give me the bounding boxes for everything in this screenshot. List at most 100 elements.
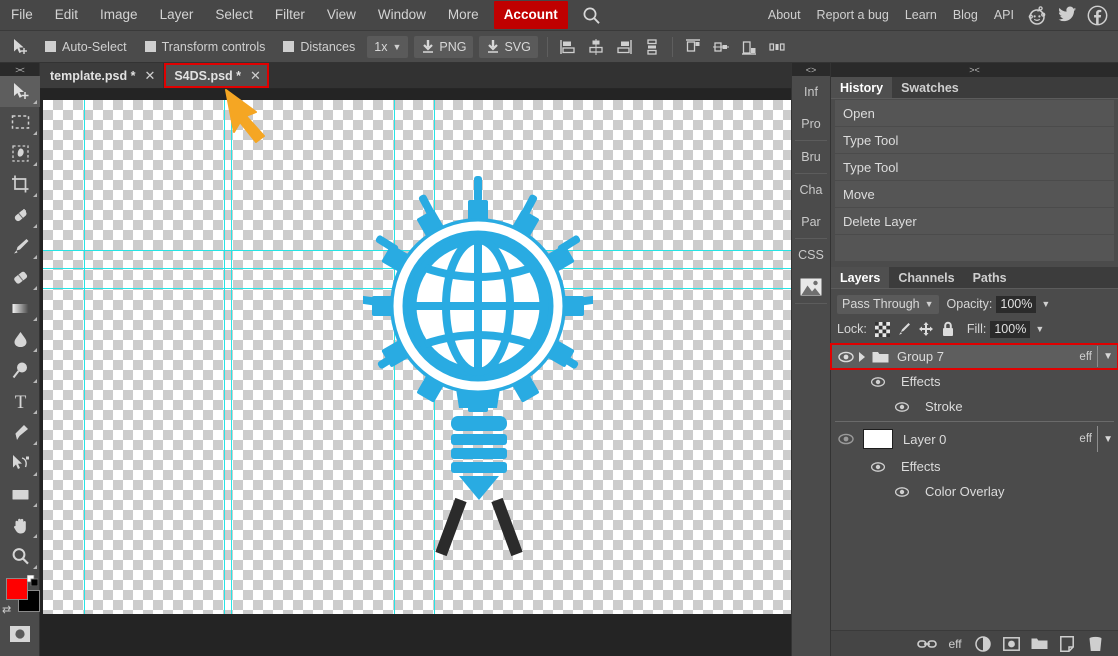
distances-checkbox-box[interactable] <box>283 41 295 52</box>
expand-group-icon[interactable] <box>855 351 869 362</box>
layer-mask-icon[interactable] <box>998 634 1024 654</box>
lock-pixels-icon[interactable] <box>895 320 914 339</box>
layer-row-effects[interactable]: Effects <box>831 454 1118 479</box>
chevron-down-icon[interactable]: ▼ <box>1103 434 1113 445</box>
lock-position-icon[interactable] <box>917 320 936 339</box>
auto-select-checkbox-box[interactable] <box>45 41 56 52</box>
history-item[interactable]: Delete Layer <box>835 208 1114 234</box>
guide-vertical[interactable] <box>224 100 225 614</box>
tab-channels[interactable]: Channels <box>889 267 963 288</box>
document-tab-s4ds[interactable]: S4DS.psd * ✕ <box>164 63 269 88</box>
distribute-horizontal-icon[interactable] <box>640 35 664 59</box>
visibility-toggle-icon[interactable] <box>837 433 855 445</box>
link-about[interactable]: About <box>760 2 809 28</box>
close-icon[interactable]: ✕ <box>250 68 261 84</box>
export-svg-button[interactable]: SVG <box>479 35 538 58</box>
lock-transparency-icon[interactable] <box>873 320 892 339</box>
twitter-icon[interactable] <box>1056 4 1078 26</box>
tab-history[interactable]: History <box>831 77 893 98</box>
layer-effects-icon[interactable]: eff <box>942 634 968 654</box>
distances-checkbox[interactable]: Distances <box>274 40 364 54</box>
visibility-toggle-icon[interactable] <box>837 351 855 363</box>
transform-controls-checkbox[interactable]: Transform controls <box>136 40 275 54</box>
layer-row-color-overlay[interactable]: Color Overlay <box>831 479 1118 504</box>
new-group-icon[interactable] <box>1026 634 1052 654</box>
layer-effects-tag[interactable]: eff <box>1079 433 1092 445</box>
guide-vertical[interactable] <box>231 100 232 614</box>
layer-row-group-7[interactable]: Group 7 eff ▼ <box>830 343 1118 370</box>
history-item[interactable]: Move <box>835 181 1114 207</box>
history-list[interactable]: Open Type Tool Type Tool Move Delete Lay… <box>831 99 1118 261</box>
align-right-icon[interactable] <box>612 35 636 59</box>
menu-item-more[interactable]: More <box>437 1 490 29</box>
swap-colors-icon[interactable]: ⇄ <box>2 603 11 616</box>
move-tool[interactable] <box>0 76 40 107</box>
align-middle-vertical-icon[interactable] <box>709 35 733 59</box>
link-layers-icon[interactable] <box>914 634 940 654</box>
visibility-toggle-icon[interactable] <box>869 376 887 388</box>
history-item[interactable]: Open <box>835 100 1114 126</box>
side-tab-paragraph[interactable]: Par <box>792 206 830 238</box>
link-learn[interactable]: Learn <box>897 2 945 28</box>
guide-vertical[interactable] <box>84 100 85 614</box>
type-tool[interactable]: T <box>0 386 40 417</box>
menu-item-view[interactable]: View <box>316 1 367 29</box>
link-api[interactable]: API <box>986 2 1022 28</box>
new-layer-icon[interactable] <box>1054 634 1080 654</box>
blur-tool[interactable] <box>0 324 40 355</box>
menu-item-select[interactable]: Select <box>204 1 264 29</box>
hand-tool[interactable] <box>0 510 40 541</box>
adjustment-layer-icon[interactable] <box>970 634 996 654</box>
auto-select-checkbox[interactable]: Auto-Select <box>36 40 136 54</box>
chevron-down-icon[interactable]: ▼ <box>1103 351 1113 362</box>
side-tab-properties[interactable]: Pro <box>792 108 830 140</box>
zoom-tool[interactable] <box>0 541 40 572</box>
align-bottom-icon[interactable] <box>737 35 761 59</box>
facebook-icon[interactable] <box>1086 4 1108 26</box>
default-colors-icon[interactable] <box>26 574 39 587</box>
menu-item-window[interactable]: Window <box>367 1 437 29</box>
fill-input[interactable]: 100% <box>990 320 1031 338</box>
search-icon[interactable] <box>572 6 609 25</box>
side-tab-brushes[interactable]: Bru <box>792 141 830 173</box>
pen-tool[interactable] <box>0 417 40 448</box>
align-left-icon[interactable] <box>556 35 580 59</box>
document-canvas[interactable] <box>43 100 791 614</box>
gradient-tool[interactable] <box>0 293 40 324</box>
link-report-a-bug[interactable]: Report a bug <box>809 2 897 28</box>
brush-tool[interactable] <box>0 231 40 262</box>
align-top-icon[interactable] <box>681 35 705 59</box>
visibility-toggle-icon[interactable] <box>869 461 887 473</box>
link-blog[interactable]: Blog <box>945 2 986 28</box>
delete-layer-icon[interactable] <box>1082 634 1108 654</box>
fill-slider-toggle[interactable]: ▼ <box>1035 324 1044 334</box>
history-item[interactable]: Type Tool <box>835 127 1114 153</box>
lightbulb-gear-globe-logo[interactable] <box>357 170 599 560</box>
side-tab-character[interactable]: Cha <box>792 174 830 206</box>
layers-list[interactable]: Group 7 eff ▼ Effects Stroke Layer 0 eff… <box>830 343 1118 634</box>
screenshot-icon[interactable] <box>0 618 40 649</box>
shape-tool[interactable] <box>0 479 40 510</box>
menu-item-filter[interactable]: Filter <box>264 1 316 29</box>
opacity-slider-toggle[interactable]: ▼ <box>1041 299 1050 309</box>
side-tab-info[interactable]: Inf <box>792 76 830 108</box>
tab-swatches[interactable]: Swatches <box>892 77 968 98</box>
opacity-input[interactable]: 100% <box>996 295 1037 313</box>
visibility-toggle-icon[interactable] <box>893 486 911 498</box>
tab-layers[interactable]: Layers <box>831 267 890 288</box>
layer-effects-tag[interactable]: eff <box>1079 351 1092 363</box>
menu-item-edit[interactable]: Edit <box>44 1 89 29</box>
marquee-tool[interactable] <box>0 107 40 138</box>
visibility-toggle-icon[interactable] <box>893 401 911 413</box>
image-icon[interactable] <box>792 271 830 303</box>
tab-paths[interactable]: Paths <box>964 267 1016 288</box>
export-png-button[interactable]: PNG <box>414 35 474 58</box>
align-center-horizontal-icon[interactable] <box>584 35 608 59</box>
layer-row-stroke[interactable]: Stroke <box>831 394 1118 419</box>
layer-thumbnail[interactable] <box>863 429 893 449</box>
eraser-tool[interactable] <box>0 262 40 293</box>
history-item[interactable] <box>835 235 1114 261</box>
layer-row-layer-0[interactable]: Layer 0 eff ▼ <box>831 424 1118 454</box>
distribute-vertical-icon[interactable] <box>765 35 789 59</box>
color-swatches[interactable]: ⇄ <box>0 572 40 618</box>
